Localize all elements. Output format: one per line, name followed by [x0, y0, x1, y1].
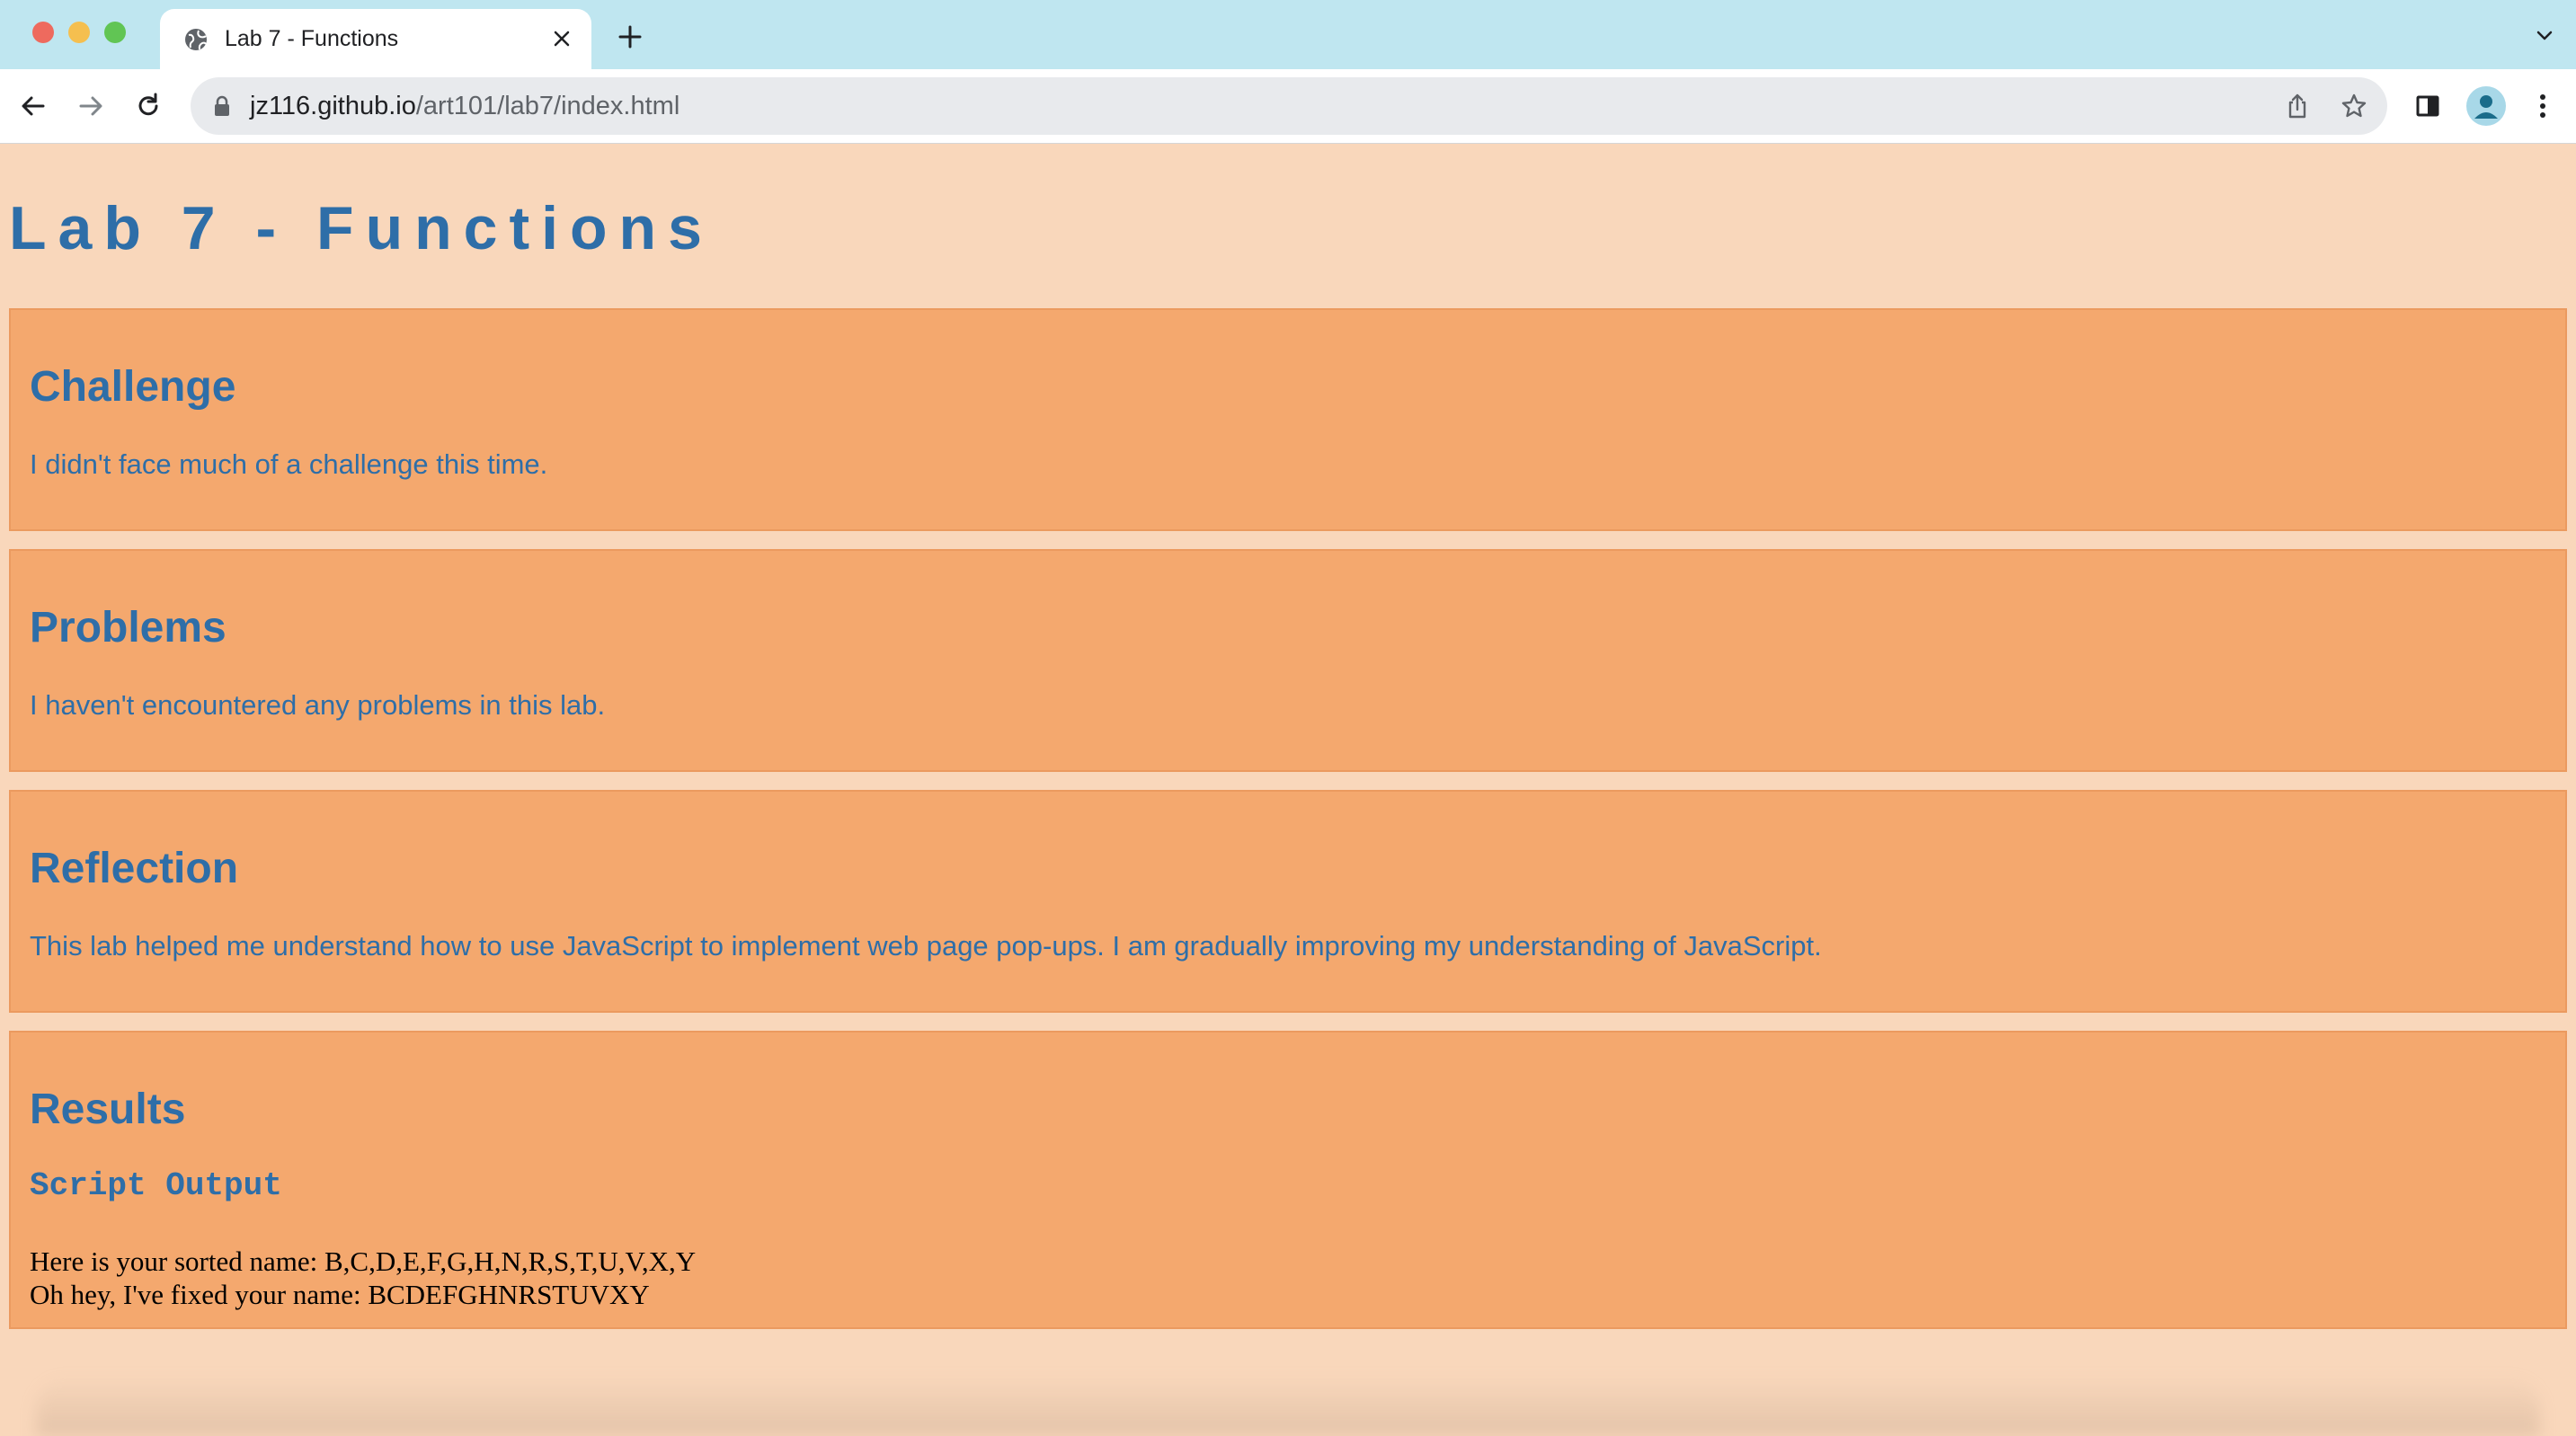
- bottom-shadow: [36, 1376, 2540, 1436]
- close-window-button[interactable]: [32, 22, 54, 43]
- page-title: Lab 7 - Functions: [9, 194, 714, 262]
- reflection-text: This lab helped me understand how to use…: [30, 930, 1822, 962]
- problems-section: Problems I haven't encountered any probl…: [9, 549, 2567, 772]
- tab-title: Lab 7 - Functions: [225, 26, 399, 51]
- maximize-window-button[interactable]: [104, 22, 126, 43]
- url-text: jz116.github.io/art101/lab7/index.html: [250, 92, 680, 120]
- active-tab[interactable]: Lab 7 - Functions: [160, 9, 591, 69]
- script-output-heading: Script Output: [30, 1167, 282, 1204]
- new-tab-icon[interactable]: [615, 22, 645, 52]
- challenge-heading: Challenge: [30, 363, 236, 411]
- challenge-text: I didn't face much of a challenge this t…: [30, 448, 548, 480]
- close-tab-icon[interactable]: [546, 23, 577, 54]
- address-bar[interactable]: jz116.github.io/art101/lab7/index.html: [191, 77, 2387, 135]
- lock-icon[interactable]: [210, 94, 234, 118]
- results-heading: Results: [30, 1086, 186, 1133]
- reflection-section: Reflection This lab helped me understand…: [9, 790, 2567, 1013]
- browser-toolbar: jz116.github.io/art101/lab7/index.html: [0, 69, 2576, 144]
- reload-icon[interactable]: [129, 87, 167, 125]
- minimize-window-button[interactable]: [68, 22, 90, 43]
- tab-strip: Lab 7 - Functions: [0, 0, 2576, 69]
- more-menu-icon[interactable]: [2524, 87, 2562, 125]
- problems-text: I haven't encountered any problems in th…: [30, 689, 606, 721]
- side-panel-icon[interactable]: [2409, 87, 2447, 125]
- page-content: Lab 7 - Functions Challenge I didn't fac…: [0, 145, 2576, 1436]
- share-icon[interactable]: [2279, 88, 2315, 124]
- globe-icon: [183, 27, 209, 52]
- script-output: Here is your sorted name: B,C,D,E,F,G,H,…: [30, 1245, 696, 1311]
- back-arrow-icon[interactable]: [14, 87, 52, 125]
- output-line-fixed: Oh hey, I've fixed your name: BCDEFGHNRS…: [30, 1279, 650, 1310]
- output-line-sorted: Here is your sorted name: B,C,D,E,F,G,H,…: [30, 1245, 697, 1277]
- problems-heading: Problems: [30, 604, 227, 652]
- chevron-down-icon[interactable]: [2531, 22, 2558, 49]
- reflection-heading: Reflection: [30, 845, 239, 892]
- challenge-section: Challenge I didn't face much of a challe…: [9, 308, 2567, 531]
- profile-avatar-icon[interactable]: [2466, 86, 2506, 126]
- bookmark-star-icon[interactable]: [2336, 88, 2372, 124]
- results-section: Results Script Output Here is your sorte…: [9, 1031, 2567, 1329]
- forward-arrow-icon[interactable]: [72, 87, 110, 125]
